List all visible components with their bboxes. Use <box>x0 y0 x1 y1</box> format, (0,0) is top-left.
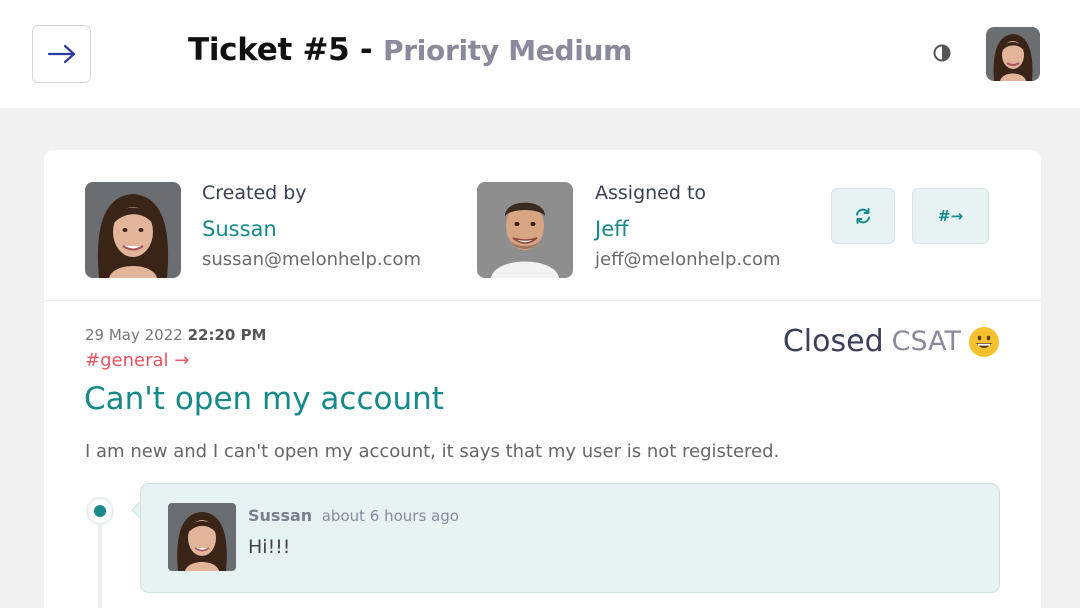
page-title: Ticket #5 - Priority Medium <box>188 32 632 68</box>
creator-avatar <box>85 182 181 278</box>
theme-toggle-button[interactable] <box>932 43 952 63</box>
created-by-label: Created by <box>202 182 307 204</box>
ticket-date-day: 29 May 2022 <box>85 326 183 344</box>
creator-name[interactable]: Sussan <box>202 217 277 241</box>
timeline-line <box>98 520 102 608</box>
arrow-right-icon <box>47 44 75 64</box>
ticket-priority: Priority Medium <box>382 34 633 67</box>
contrast-icon <box>933 44 951 62</box>
status-label: Closed <box>782 324 884 359</box>
user-avatar[interactable] <box>986 27 1040 81</box>
comment-body: Hi!!! <box>248 536 291 558</box>
assignee-name[interactable]: Jeff <box>595 217 629 241</box>
comment-author-name: Sussan <box>248 506 313 525</box>
ticket-date: 29 May 2022 22:20 PM <box>85 326 266 344</box>
ticket-people-section: Created by Sussan sussan@melonhelp.com A… <box>44 150 1041 301</box>
toggle-sidebar-button[interactable] <box>32 25 91 83</box>
ticket-status: Closed CSAT <box>783 324 999 359</box>
comment-item: Sussan about 6 hours ago Hi!!! <box>140 483 1000 593</box>
refresh-icon <box>856 208 870 224</box>
ticket-channel-link[interactable]: #general → <box>85 350 189 371</box>
comment-author: Sussan about 6 hours ago <box>248 506 459 525</box>
timeline-dot <box>86 497 114 525</box>
ticket-title: Can't open my account <box>84 381 444 417</box>
grinning-face-icon <box>969 326 999 357</box>
ticket-card: Created by Sussan sussan@melonhelp.com A… <box>44 150 1041 608</box>
assignee-email: jeff@melonhelp.com <box>595 249 781 270</box>
csat-label: CSAT <box>891 326 961 357</box>
comment-author-avatar <box>168 503 236 571</box>
comment-timestamp: about 6 hours ago <box>321 507 459 525</box>
ticket-date-time: 22:20 PM <box>187 326 267 344</box>
top-bar: Ticket #5 - Priority Medium <box>0 0 1080 108</box>
ticket-description: I am new and I can't open my account, it… <box>85 441 780 462</box>
assignee-avatar <box>477 182 573 278</box>
move-channel-button[interactable]: #→ <box>912 188 989 244</box>
creator-email: sussan@melonhelp.com <box>202 249 422 270</box>
reassign-button[interactable] <box>831 188 895 244</box>
ticket-number: Ticket #5 - <box>188 32 373 68</box>
assigned-to-label: Assigned to <box>595 182 707 204</box>
